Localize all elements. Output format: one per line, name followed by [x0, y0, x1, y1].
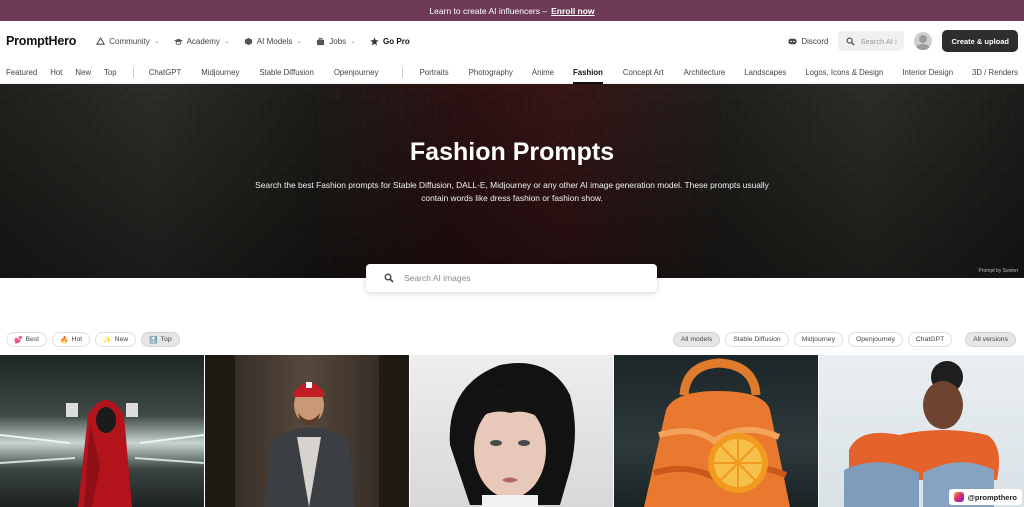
chevron-down-icon: ⌄ [350, 38, 357, 45]
gallery-image[interactable]: @prompthero [819, 355, 1024, 507]
filter-best[interactable]: 💕 Best [6, 332, 48, 347]
hero-credit[interactable]: Prompt by Sveinn [979, 268, 1018, 274]
gallery-image[interactable] [204, 355, 409, 507]
filter-top[interactable]: 🔝 Top [141, 332, 180, 347]
user-avatar[interactable] [914, 32, 933, 50]
tab-architecture[interactable]: Architecture [684, 61, 726, 84]
filter-new-label: New [114, 336, 129, 343]
cube-icon [244, 37, 252, 45]
chevron-down-icon: ⌄ [153, 38, 160, 45]
tab-fashion[interactable]: Fashion [573, 61, 603, 84]
search-icon [846, 36, 856, 46]
page-title: Fashion Prompts [409, 138, 615, 166]
nav-academy-label: Academy [186, 36, 220, 46]
tab-hot[interactable]: Hot [50, 61, 62, 84]
gallery-image[interactable] [409, 355, 614, 507]
filter-best-label: Best [25, 336, 40, 343]
filter-hot[interactable]: 🔥 Hot [52, 332, 91, 347]
gallery-image[interactable] [0, 355, 204, 507]
discord-icon [788, 38, 797, 44]
create-upload-button[interactable]: Create & upload [942, 30, 1018, 52]
tab-interior-design[interactable]: Interior Design [902, 61, 953, 84]
nav-jobs[interactable]: Jobs ⌄ [316, 37, 356, 46]
prompthero-watermark: @prompthero [948, 489, 1022, 505]
sort-filters: 💕 Best 🔥 Hot ✨ New 🔝 Top [6, 332, 180, 347]
filter-all-models[interactable]: All models [672, 332, 721, 347]
orange-handbag-image [644, 358, 791, 507]
tab-anime[interactable]: Anime [532, 61, 554, 84]
discord-label: Discord [801, 36, 829, 46]
tab-new[interactable]: New [75, 61, 91, 84]
tab-landscapes[interactable]: Landscapes [744, 61, 786, 84]
header-actions: Discord Search AI i Create & upload [788, 30, 1018, 52]
filter-hot-label: Hot [71, 336, 83, 343]
tab-chatgpt[interactable]: ChatGPT [149, 61, 182, 84]
header: PromptHero Community ⌄ Academy ⌄ AI Mode… [0, 21, 1024, 61]
discord-link[interactable]: Discord [788, 37, 828, 46]
main-search-placeholder: Search AI images [404, 273, 471, 283]
watermark-handle: @prompthero [967, 492, 1017, 502]
sparkles-icon: ✨ [103, 336, 112, 344]
heart-icon: 💕 [14, 336, 23, 344]
orange-knit-sweater-image [844, 361, 1000, 507]
filter-top-label: Top [160, 336, 172, 343]
model-filters: All models Stable Diffusion Midjourney O… [672, 332, 1016, 347]
announcement-text: Learn to create AI influencers – [429, 5, 548, 16]
nav-go-pro-label: Go Pro [383, 36, 410, 46]
woman-black-bob-image [449, 363, 575, 507]
tab-concept-art[interactable]: Concept Art [623, 61, 664, 84]
nav-jobs-label: Jobs [329, 36, 347, 46]
filter-chatgpt[interactable]: ChatGPT [907, 332, 953, 347]
main-search-input[interactable]: Search AI images [366, 264, 657, 292]
red-hoodie-image [0, 400, 204, 507]
enroll-now-link[interactable]: Enroll now [551, 6, 594, 16]
fire-icon: 🔥 [60, 336, 69, 344]
tab-portraits[interactable]: Portraits [420, 61, 449, 84]
nav-community[interactable]: Community ⌄ [96, 36, 160, 46]
filter-midjourney[interactable]: Midjourney [793, 332, 843, 347]
header-search-input[interactable]: Search AI i [838, 31, 905, 51]
tab-photography[interactable]: Photography [469, 61, 513, 84]
nav-go-pro[interactable]: Go Pro [370, 37, 410, 46]
tab-top[interactable]: Top [104, 61, 117, 84]
briefcase-icon [317, 37, 325, 45]
filter-all-versions[interactable]: All versions [965, 332, 1016, 347]
filter-openjourney[interactable]: Openjourney [847, 332, 903, 347]
nav-ai-models-label: AI Models [256, 36, 293, 46]
gallery-image[interactable] [614, 355, 819, 507]
tab-featured[interactable]: Featured [6, 61, 37, 84]
chevron-down-icon: ⌄ [296, 38, 303, 45]
tab-openjourney[interactable]: Openjourney [334, 61, 379, 84]
tab-midjourney[interactable]: Midjourney [201, 61, 239, 84]
instagram-icon [953, 492, 964, 502]
announcement-bar: Learn to create AI influencers – Enroll … [0, 0, 1024, 21]
tab-logos-icons-design[interactable]: Logos, Icons & Design [805, 61, 883, 84]
filter-stable-diffusion[interactable]: Stable Diffusion [725, 332, 789, 347]
nav-community-label: Community [109, 36, 150, 46]
man-red-cap-image [204, 355, 409, 507]
chevron-down-icon: ⌄ [223, 38, 230, 45]
image-gallery: @prompthero [0, 355, 1024, 507]
nav-academy[interactable]: Academy ⌄ [173, 36, 230, 46]
hero-description: Search the best Fashion prompts for Stab… [255, 180, 769, 203]
hero-banner: Fashion Prompts Search the best Fashion … [0, 84, 1024, 278]
community-icon [96, 36, 106, 45]
search-icon [384, 273, 394, 283]
tab-stable-diffusion[interactable]: Stable Diffusion [259, 61, 313, 84]
filter-new[interactable]: ✨ New [95, 332, 137, 347]
top-icon: 🔝 [149, 336, 158, 344]
nav-ai-models[interactable]: AI Models ⌄ [244, 37, 302, 46]
header-search-placeholder: Search AI i [860, 36, 897, 46]
category-bar: Featured Hot New Top ChatGPT Midjourney … [0, 61, 1024, 84]
main-nav: Community ⌄ Academy ⌄ AI Models ⌄ Jobs ⌄… [96, 36, 410, 46]
graduation-cap-icon [173, 38, 183, 45]
site-logo[interactable]: PromptHero [6, 34, 76, 48]
star-icon [370, 36, 379, 45]
tab-3d-renders[interactable]: 3D / Renders [972, 61, 1018, 84]
